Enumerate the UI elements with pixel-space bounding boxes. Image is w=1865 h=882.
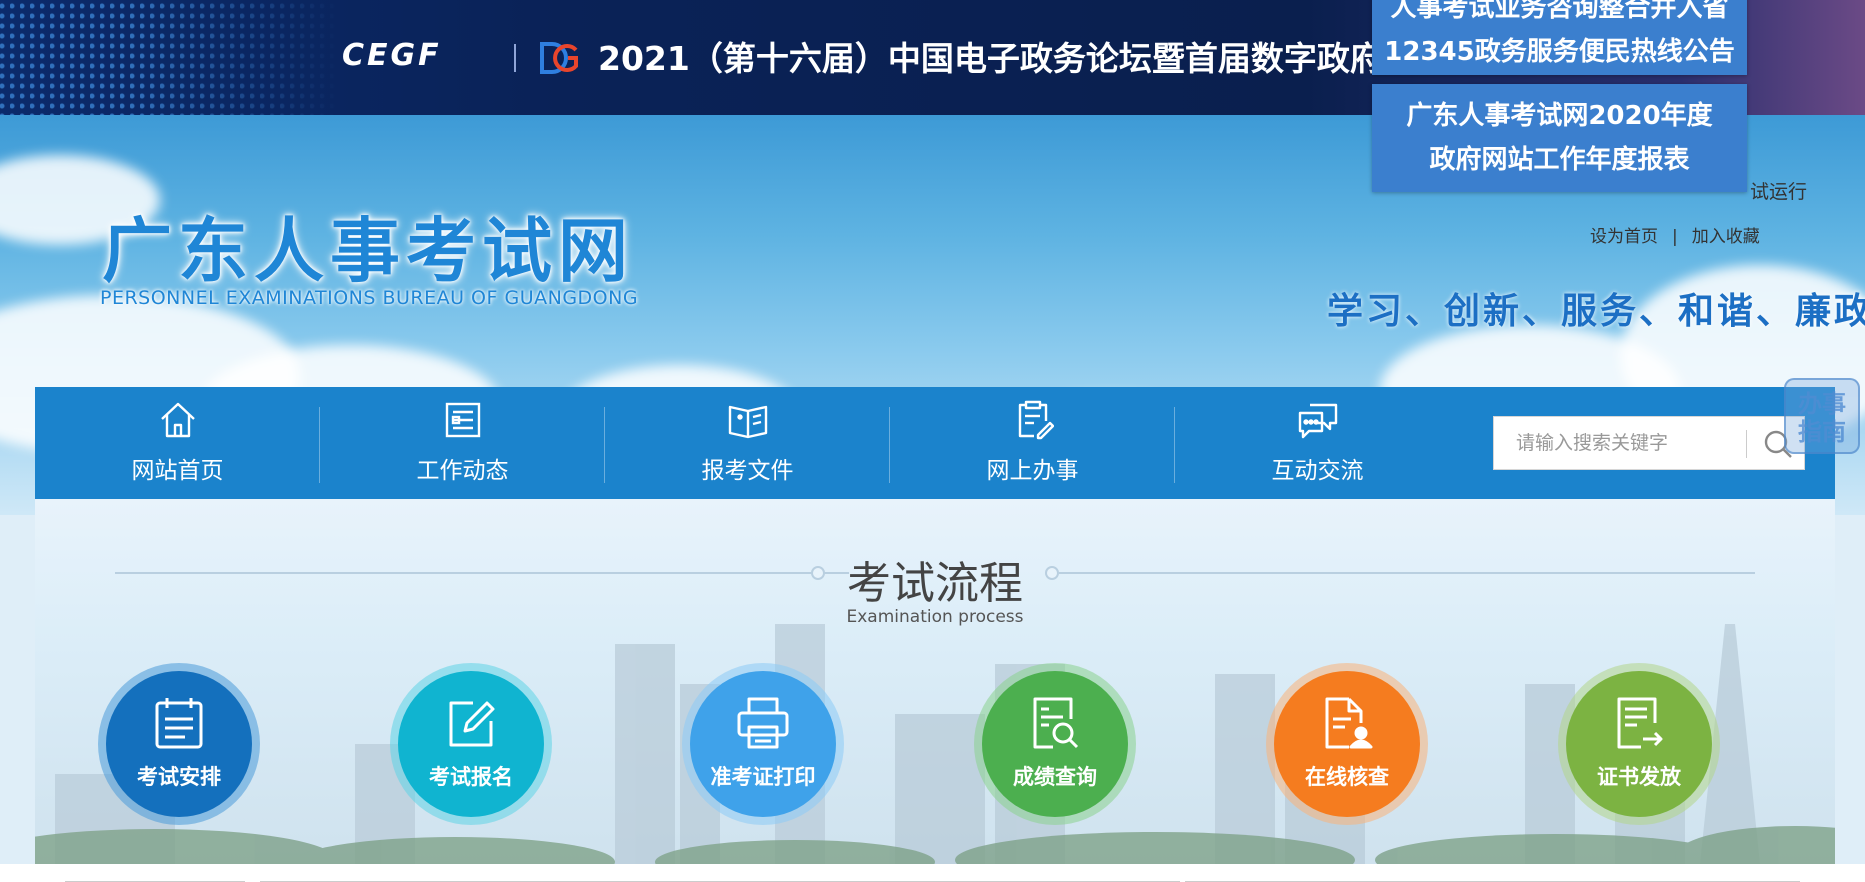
cegf-logo: CEGF xyxy=(342,38,442,73)
step-label: 在线核查 xyxy=(1305,765,1389,789)
nav-label: 网上办事 xyxy=(986,458,1079,484)
step-admission-ticket-print[interactable]: 准考证打印 xyxy=(682,663,844,825)
nav-item-work-news[interactable]: 工作动态 xyxy=(320,387,605,499)
process-title: 考试流程 xyxy=(847,558,1023,609)
dg-logo-icon xyxy=(540,42,578,74)
service-guide-line1: 办事 xyxy=(1798,390,1846,418)
nav-label: 互动交流 xyxy=(1271,458,1364,484)
nav-item-interaction[interactable]: 互动交流 xyxy=(1175,387,1460,499)
set-homepage-link[interactable]: 设为首页 xyxy=(1590,222,1658,247)
process-subtitle: Examination process xyxy=(846,607,1024,627)
step-label: 准考证打印 xyxy=(710,765,816,789)
nav-label: 网站首页 xyxy=(131,458,224,484)
banner-headline: 2021（第十六届）中国电子政务论坛暨首届数字政府 xyxy=(598,39,1383,78)
certificate-icon xyxy=(1617,697,1663,749)
notice-hotline-line1: 人事考试业务咨询整合并入省 xyxy=(1390,0,1729,23)
doc-user-icon xyxy=(1325,697,1373,749)
search-separator xyxy=(1746,430,1747,458)
step-label: 考试报名 xyxy=(429,765,513,789)
nav-item-online-services[interactable]: 网上办事 xyxy=(890,387,1175,499)
site-subtitle: PERSONNEL EXAMINATIONS BUREAU OF GUANGDO… xyxy=(100,287,639,309)
step-exam-schedule[interactable]: 考试安排 xyxy=(98,663,260,825)
exam-process-section: 考试流程 Examination process 考试安排 考试报名 准考证打印… xyxy=(35,499,1835,864)
nav-item-home[interactable]: 网站首页 xyxy=(35,387,320,499)
book-icon xyxy=(728,405,768,439)
step-exam-registration[interactable]: 考试报名 xyxy=(390,663,552,825)
slogan: 学习、创新、服务、和谐、廉政 xyxy=(1327,291,1865,332)
banner-separator xyxy=(514,44,516,72)
search-doc-icon xyxy=(1033,697,1079,749)
notice-hotline-line2: 12345政务服务便民热线公告 xyxy=(1384,37,1735,67)
step-label: 考试安排 xyxy=(137,765,221,789)
notice-report-line1: 广东人事考试网2020年度 xyxy=(1406,101,1713,131)
banner-dots-decoration xyxy=(0,0,340,115)
printer-icon xyxy=(737,697,789,749)
site-title[interactable]: 广东人事考试网 xyxy=(102,195,634,296)
notice-annual-report[interactable]: 广东人事考试网2020年度 政府网站工作年度报表 xyxy=(1372,84,1747,192)
link-separator: | xyxy=(1672,227,1678,247)
home-icon xyxy=(161,402,195,438)
step-label: 成绩查询 xyxy=(1013,765,1097,789)
step-online-verification[interactable]: 在线核查 xyxy=(1266,663,1428,825)
trial-run-text: 试运行 xyxy=(1750,181,1808,203)
chat-icon xyxy=(1298,403,1338,439)
news-icon xyxy=(445,402,481,438)
notice-hotline[interactable]: 人事考试业务咨询整合并入省 12345政务服务便民热线公告 xyxy=(1372,0,1747,75)
step-label: 证书发放 xyxy=(1597,765,1681,789)
step-score-inquiry[interactable]: 成绩查询 xyxy=(974,663,1136,825)
nav-item-exam-documents[interactable]: 报考文件 xyxy=(605,387,890,499)
service-guide-button[interactable]: 办事 指南 xyxy=(1784,378,1860,454)
clipboard-pen-icon xyxy=(1018,400,1054,440)
nav-label: 工作动态 xyxy=(416,458,509,484)
content-top-edge xyxy=(0,864,1865,882)
edit-icon xyxy=(449,701,495,747)
notice-report-line2: 政府网站工作年度报表 xyxy=(1429,145,1690,175)
add-favorite-link[interactable]: 加入收藏 xyxy=(1692,222,1760,247)
step-certificate-issuance[interactable]: 证书发放 xyxy=(1558,663,1720,825)
service-guide-line2: 指南 xyxy=(1798,418,1846,446)
search-box xyxy=(1493,416,1805,470)
top-links: 设为首页 | 加入收藏 xyxy=(1590,222,1760,247)
search-input[interactable] xyxy=(1494,417,1744,469)
nav-label: 报考文件 xyxy=(701,458,794,484)
calendar-icon xyxy=(155,698,203,749)
